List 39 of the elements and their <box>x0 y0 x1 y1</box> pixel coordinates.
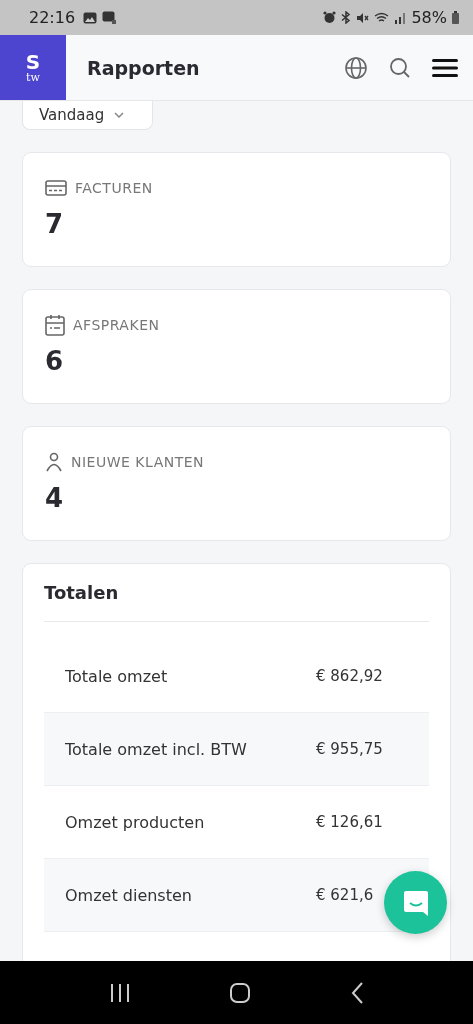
mute-icon <box>356 11 370 24</box>
card-icon <box>45 180 67 196</box>
search-icon[interactable] <box>389 56 411 79</box>
chat-icon <box>401 888 430 917</box>
row-value: € 862,92 <box>316 667 384 685</box>
alarm-icon <box>323 11 337 24</box>
row-label: Omzet diensten <box>65 885 193 905</box>
period-dropdown[interactable]: Vandaag <box>22 101 153 130</box>
stat-value: 6 <box>45 346 65 376</box>
globe-icon[interactable] <box>344 55 368 80</box>
back-icon[interactable] <box>349 981 364 1004</box>
row-label: Totale omzet <box>65 666 169 686</box>
page-title: Rapporten <box>87 56 200 79</box>
row-value: € 955,75 <box>316 740 384 758</box>
calendar-icon <box>45 314 65 336</box>
menu-icon[interactable] <box>432 57 458 78</box>
bluetooth-icon <box>341 11 352 24</box>
row-label: Totale omzet incl. BTW <box>65 739 248 759</box>
row-value: € 621,6 <box>316 886 375 904</box>
wifi-icon <box>374 11 390 24</box>
stat-value: 7 <box>45 209 65 239</box>
recent-apps-icon[interactable] <box>109 982 132 1003</box>
battery-icon <box>452 11 459 24</box>
signal-icon <box>394 11 407 24</box>
stat-label: FACTUREN <box>75 180 153 196</box>
stat-value: 4 <box>45 483 65 513</box>
notification-icon <box>102 11 117 24</box>
row-label: Omzet producten <box>65 812 206 832</box>
chevron-icon <box>114 112 125 118</box>
status-time: 22:16 <box>29 8 76 27</box>
logo[interactable]: S tw <box>0 35 66 100</box>
home-icon[interactable] <box>229 981 252 1004</box>
row-value: € 126,61 <box>316 813 384 831</box>
person-icon <box>45 452 63 472</box>
battery-level: 58% <box>411 8 447 27</box>
totals-title: Totalen <box>44 582 429 622</box>
stat-label: AFSPRAKEN <box>73 317 160 333</box>
image-icon <box>83 11 98 24</box>
stat-label: NIEUWE KLANTEN <box>71 454 205 470</box>
